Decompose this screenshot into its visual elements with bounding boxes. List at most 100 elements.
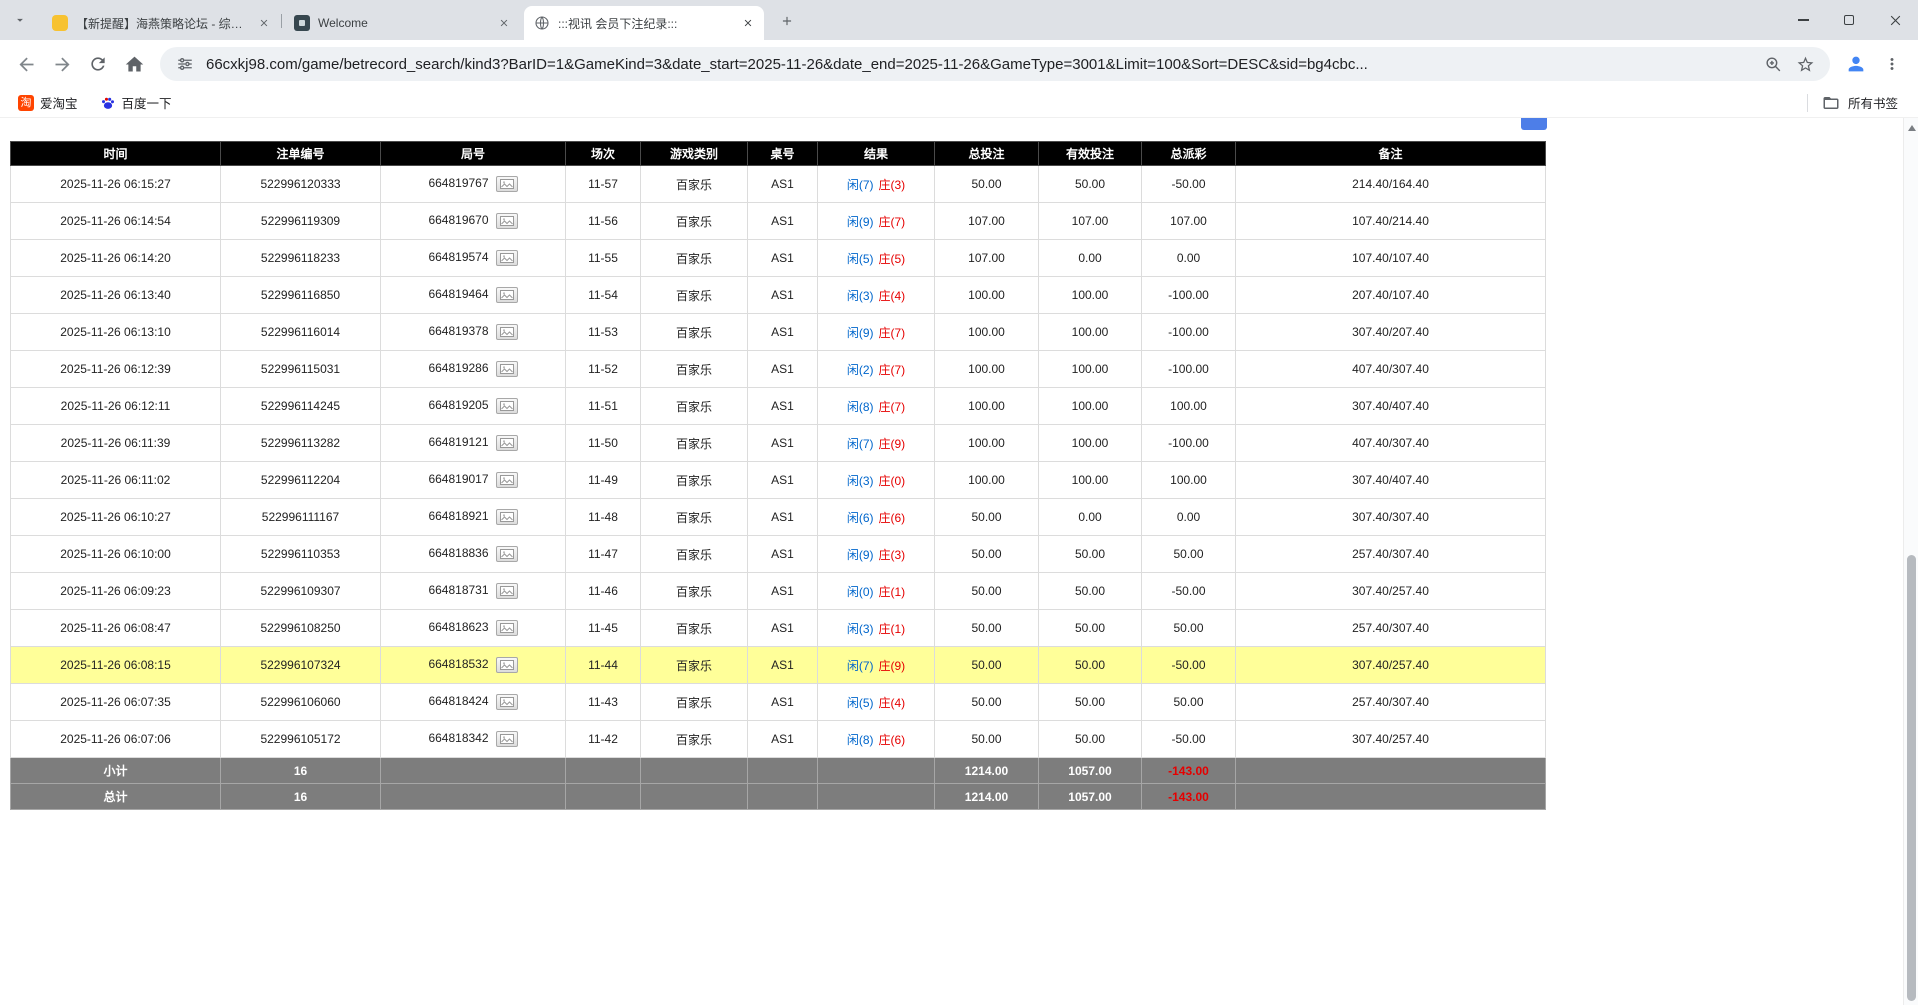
cell-total-bet[interactable]: 50.00	[935, 499, 1039, 536]
view-round-icon[interactable]	[496, 435, 518, 451]
reload-button[interactable]	[80, 46, 116, 82]
tab-title: Welcome	[318, 16, 488, 30]
cell-total-bet[interactable]: 100.00	[935, 425, 1039, 462]
view-round-icon[interactable]	[496, 509, 518, 525]
view-round-icon[interactable]	[496, 694, 518, 710]
tab-close-icon[interactable]	[496, 15, 512, 31]
bet-row[interactable]: 2025-11-26 06:14:20522996118233664819574…	[11, 240, 1546, 277]
cell-total-bet[interactable]: 50.00	[935, 536, 1039, 573]
result-player: 闲(5)	[847, 252, 874, 266]
view-round-icon[interactable]	[496, 361, 518, 377]
bet-row[interactable]: 2025-11-26 06:11:39522996113282664819121…	[11, 425, 1546, 462]
bet-row[interactable]: 2025-11-26 06:08:47522996108250664818623…	[11, 610, 1546, 647]
bet-row[interactable]: 2025-11-26 06:10:27522996111167664818921…	[11, 499, 1546, 536]
cell-total-bet[interactable]: 50.00	[935, 166, 1039, 203]
result-banker: 庄(1)	[879, 585, 906, 599]
view-round-icon[interactable]	[496, 583, 518, 599]
tab-forum[interactable]: 【新提醒】海燕策略论坛 - 综合...	[42, 6, 280, 40]
minimize-button[interactable]	[1780, 0, 1826, 40]
tab-close-icon[interactable]	[256, 15, 272, 31]
maximize-button[interactable]	[1826, 0, 1872, 40]
bet-row[interactable]: 2025-11-26 06:07:35522996106060664818424…	[11, 684, 1546, 721]
forward-button[interactable]	[44, 46, 80, 82]
bet-row[interactable]: 2025-11-26 06:15:27522996120333664819767…	[11, 166, 1546, 203]
bookmark-baidu[interactable]: 百度一下	[92, 90, 180, 115]
bet-row[interactable]: 2025-11-26 06:13:40522996116850664819464…	[11, 277, 1546, 314]
result-banker: 庄(3)	[879, 178, 906, 192]
view-round-icon[interactable]	[496, 176, 518, 192]
cell-total-bet[interactable]: 100.00	[935, 314, 1039, 351]
url-text[interactable]: 66cxkj98.com/game/betrecord_search/kind3…	[206, 56, 1752, 73]
partial-button[interactable]	[1521, 118, 1547, 130]
bet-row[interactable]: 2025-11-26 06:14:54522996119309664819670…	[11, 203, 1546, 240]
cell-total-bet[interactable]: 50.00	[935, 610, 1039, 647]
view-round-icon[interactable]	[496, 731, 518, 747]
round-number: 664819464	[428, 287, 488, 301]
cell-session: 11-42	[566, 721, 641, 758]
bookmark-star-icon[interactable]	[1794, 53, 1816, 75]
site-info-icon[interactable]	[174, 53, 196, 75]
cell-total-bet[interactable]: 100.00	[935, 388, 1039, 425]
view-round-icon[interactable]	[496, 472, 518, 488]
cell-note: 307.40/207.40	[1236, 314, 1546, 351]
back-button[interactable]	[8, 46, 44, 82]
bet-row[interactable]: 2025-11-26 06:12:11522996114245664819205…	[11, 388, 1546, 425]
reload-icon	[88, 54, 108, 74]
bet-row[interactable]: 2025-11-26 06:13:10522996116014664819378…	[11, 314, 1546, 351]
bet-row[interactable]: 2025-11-26 06:12:39522996115031664819286…	[11, 351, 1546, 388]
menu-button[interactable]	[1874, 46, 1910, 82]
bet-row[interactable]: 2025-11-26 06:10:00522996110353664818836…	[11, 536, 1546, 573]
view-round-icon[interactable]	[496, 657, 518, 673]
scrollbar-thumb[interactable]	[1907, 555, 1916, 1001]
tab-welcome[interactable]: Welcome	[284, 6, 520, 40]
cell-total-bet[interactable]: 100.00	[935, 351, 1039, 388]
profile-button[interactable]	[1838, 46, 1874, 82]
cell-game-type: 百家乐	[641, 388, 748, 425]
cell-total-bet[interactable]: 100.00	[935, 462, 1039, 499]
cell-bet-id: 522996105172	[221, 721, 381, 758]
bookmark-aitaobao[interactable]: 淘 爱淘宝	[10, 90, 86, 115]
new-tab-button[interactable]	[774, 8, 800, 34]
view-round-icon[interactable]	[496, 620, 518, 636]
cell-round: 664819464	[381, 277, 566, 314]
tab-bet-records[interactable]: :::视讯 会员下注纪录:::	[524, 6, 764, 40]
bet-row[interactable]: 2025-11-26 06:09:23522996109307664818731…	[11, 573, 1546, 610]
zoom-icon[interactable]	[1762, 53, 1784, 75]
scroll-up-icon[interactable]	[1904, 121, 1918, 135]
home-button[interactable]	[116, 46, 152, 82]
cell-session: 11-44	[566, 647, 641, 684]
tab-search-chevron-icon[interactable]	[8, 10, 32, 30]
cell-total-bet[interactable]: 50.00	[935, 647, 1039, 684]
view-round-icon[interactable]	[496, 287, 518, 303]
cell-valid-bet: 100.00	[1039, 314, 1142, 351]
scrollbar[interactable]	[1903, 118, 1918, 1005]
view-round-icon[interactable]	[496, 213, 518, 229]
cell-total-bet[interactable]: 100.00	[935, 277, 1039, 314]
url-bar[interactable]: 66cxkj98.com/game/betrecord_search/kind3…	[160, 47, 1830, 81]
cell-note: 107.40/214.40	[1236, 203, 1546, 240]
cell-game-type: 百家乐	[641, 425, 748, 462]
cell-game-type: 百家乐	[641, 721, 748, 758]
view-round-icon[interactable]	[496, 546, 518, 562]
close-button[interactable]	[1872, 0, 1918, 40]
cell-total-bet[interactable]: 50.00	[935, 721, 1039, 758]
tab-close-icon[interactable]	[740, 15, 756, 31]
bet-row[interactable]: 2025-11-26 06:11:02522996112204664819017…	[11, 462, 1546, 499]
cell-total-bet[interactable]: 107.00	[935, 240, 1039, 277]
cell-payout: 100.00	[1142, 388, 1236, 425]
result-player: 闲(7)	[847, 178, 874, 192]
all-bookmarks-button[interactable]: 所有书签	[1807, 93, 1908, 112]
view-round-icon[interactable]	[496, 250, 518, 266]
bet-row[interactable]: 2025-11-26 06:07:06522996105172664818342…	[11, 721, 1546, 758]
round-number: 664818921	[428, 509, 488, 523]
round-number: 664818836	[428, 546, 488, 560]
cell-payout: 0.00	[1142, 240, 1236, 277]
view-round-icon[interactable]	[496, 398, 518, 414]
cell-total-bet[interactable]: 50.00	[935, 573, 1039, 610]
bet-row[interactable]: 2025-11-26 06:08:15522996107324664818532…	[11, 647, 1546, 684]
view-round-icon[interactable]	[496, 324, 518, 340]
cell-round: 664818342	[381, 721, 566, 758]
cell-total-bet[interactable]: 107.00	[935, 203, 1039, 240]
cell-table-no: AS1	[748, 166, 818, 203]
cell-total-bet[interactable]: 50.00	[935, 684, 1039, 721]
